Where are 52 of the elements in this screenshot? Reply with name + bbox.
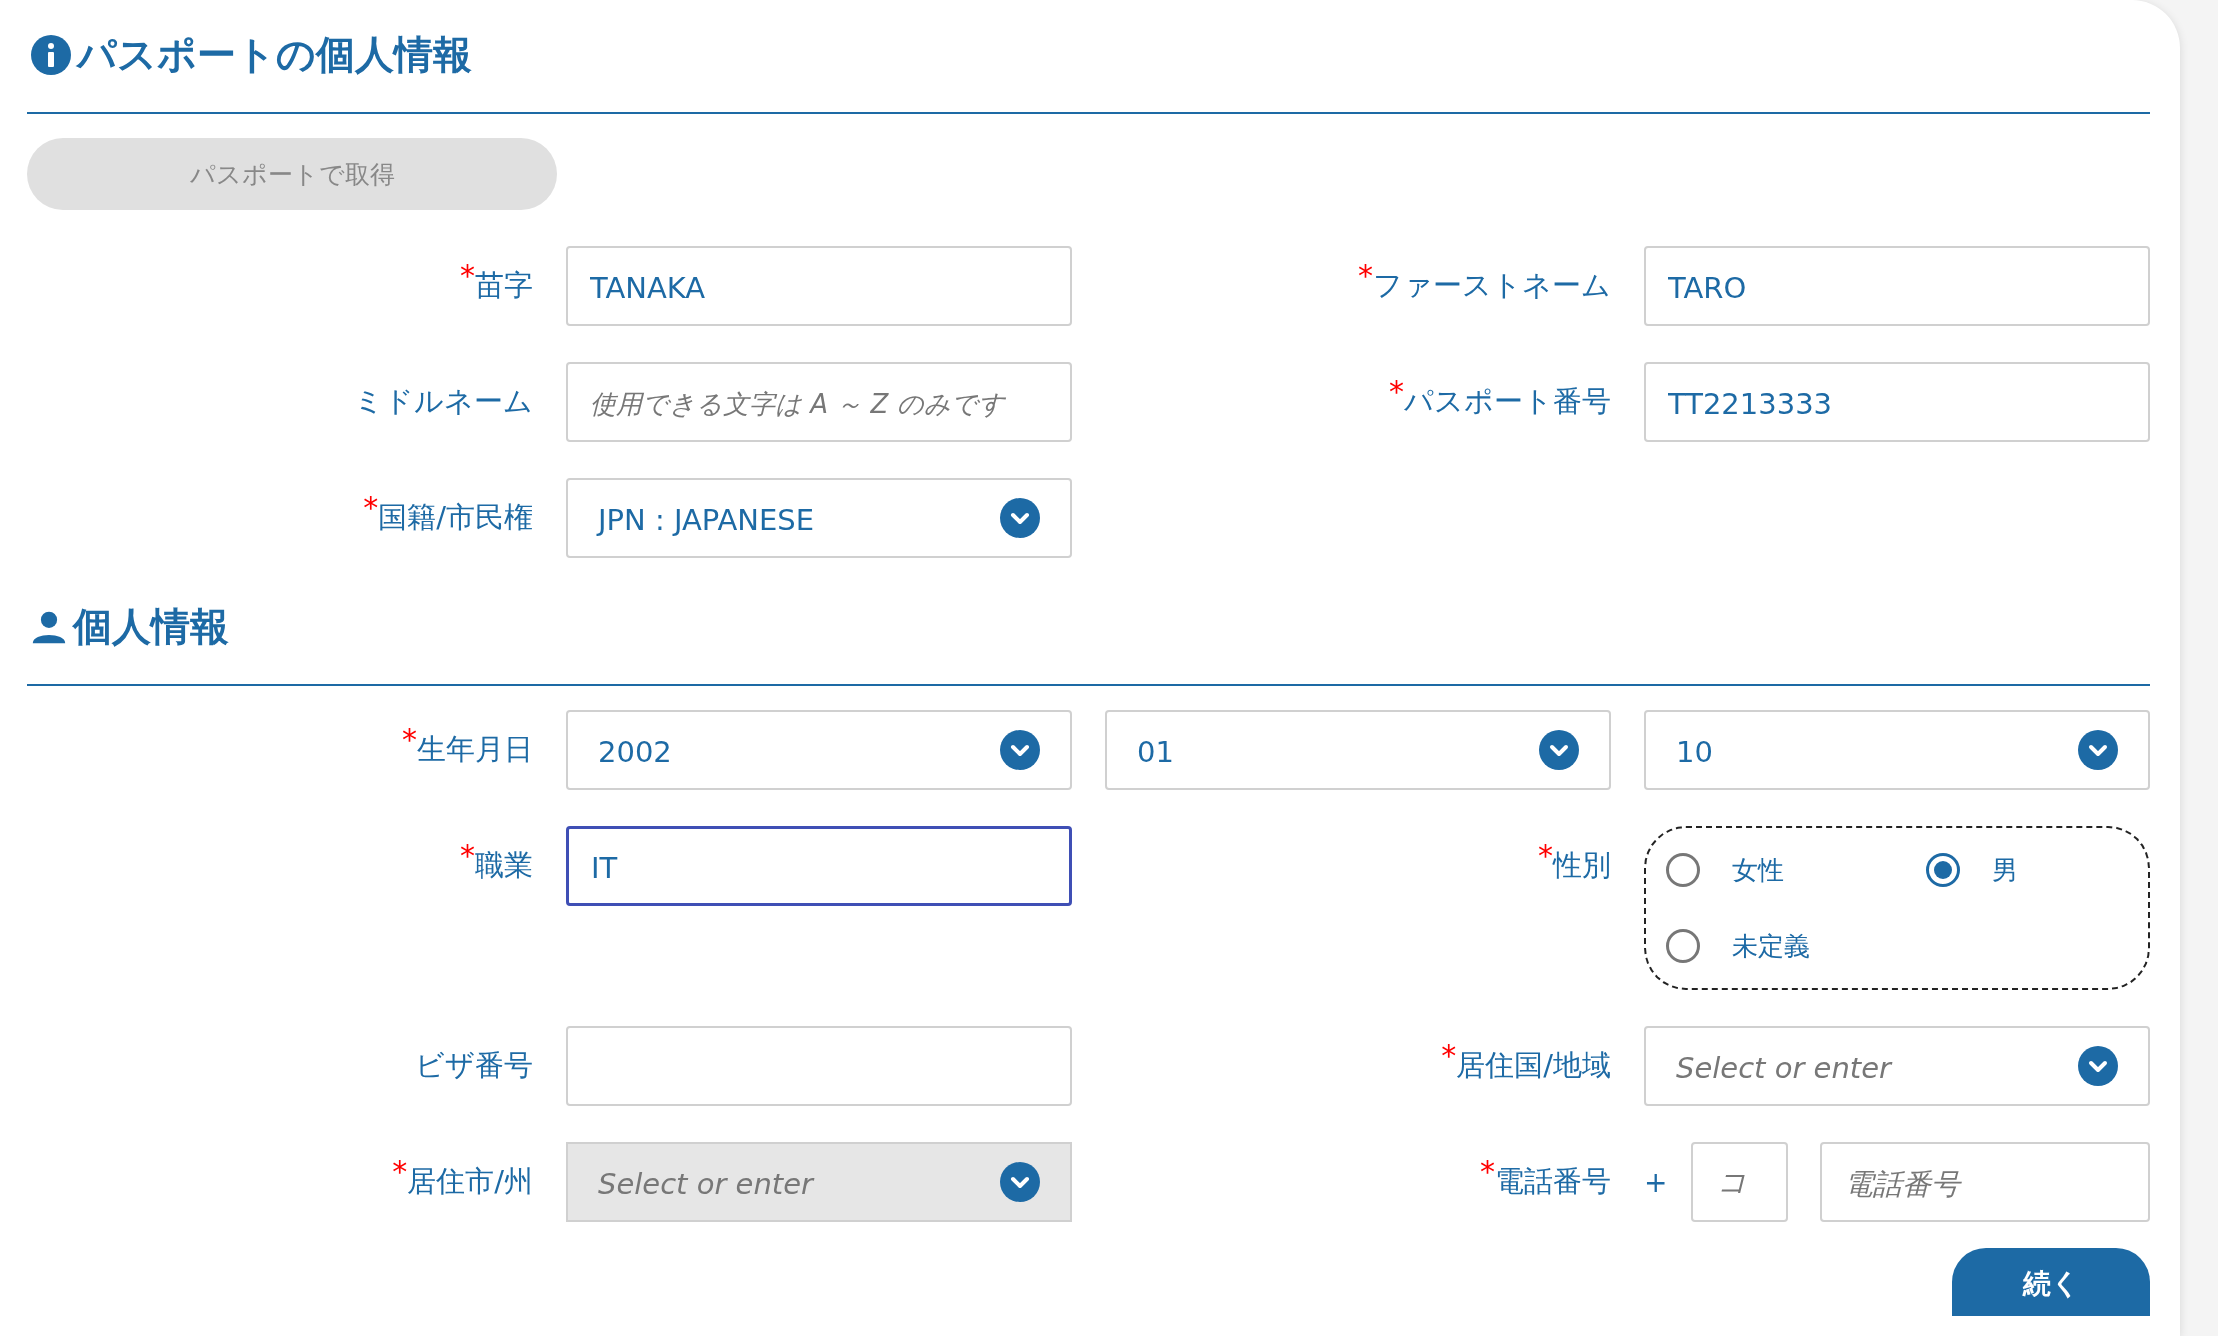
field-label: 居住国/地域 bbox=[1456, 1047, 1611, 1084]
field-label: ファーストネーム bbox=[1373, 267, 1611, 304]
field-label: 電話番号 bbox=[1495, 1163, 1611, 1200]
required-mark: * bbox=[392, 1154, 408, 1189]
person-icon bbox=[31, 609, 67, 645]
dropdown-field[interactable]: 10 bbox=[1644, 710, 2150, 790]
info-icon bbox=[31, 35, 71, 75]
required-mark: * bbox=[402, 722, 417, 757]
text-field[interactable] bbox=[566, 1026, 1072, 1106]
radio-button[interactable] bbox=[1666, 853, 1700, 887]
continue-button[interactable]: 続く bbox=[1952, 1248, 2150, 1316]
required-mark: * bbox=[460, 838, 475, 873]
required-mark: * bbox=[1358, 258, 1373, 293]
country-code-field[interactable]: コ bbox=[1691, 1142, 1789, 1222]
field-label: 生年月日 bbox=[417, 731, 533, 768]
chevron-down-icon[interactable] bbox=[1539, 730, 1579, 770]
text-field[interactable]: 使用できる文字は A ～ Z のみです bbox=[566, 362, 1072, 442]
dropdown-field[interactable]: 2002 bbox=[566, 710, 1072, 790]
chevron-down-icon[interactable] bbox=[1000, 730, 1040, 770]
required-mark: * bbox=[1389, 374, 1404, 409]
radio-label[interactable]: 未定義 bbox=[1732, 928, 1810, 964]
text-field[interactable]: TT2213333 bbox=[1644, 362, 2150, 442]
chevron-down-icon[interactable] bbox=[1000, 498, 1040, 538]
field-label: 苗字 bbox=[475, 268, 533, 304]
plus-sign: + bbox=[1644, 1165, 1668, 1199]
field-label: 職業 bbox=[475, 848, 533, 884]
required-mark: * bbox=[460, 258, 475, 293]
section-title: 個人情報 bbox=[73, 603, 229, 651]
field-label: 居住市/州 bbox=[407, 1163, 533, 1200]
field-label: ミドルネーム bbox=[354, 383, 533, 420]
required-mark: * bbox=[1441, 1038, 1457, 1073]
field-label: 国籍/市民権 bbox=[378, 499, 533, 536]
radio-label[interactable]: 女性 bbox=[1732, 852, 1784, 888]
text-field[interactable]: IT bbox=[566, 826, 1072, 906]
section-title: パスポートの個人情報 bbox=[77, 31, 472, 79]
phone-number-field[interactable]: 電話番号 bbox=[1820, 1142, 2150, 1222]
text-field[interactable]: TARO bbox=[1644, 246, 2150, 326]
field-label: ビザ番号 bbox=[415, 1047, 533, 1084]
radio-button[interactable] bbox=[1926, 853, 1960, 887]
dropdown-field[interactable]: JPN : JAPANESE bbox=[566, 478, 1072, 558]
required-mark: * bbox=[1538, 838, 1553, 873]
field-label: パスポート番号 bbox=[1404, 383, 1611, 420]
field-label: 性別 bbox=[1553, 847, 1611, 884]
required-mark: * bbox=[363, 490, 379, 525]
required-mark: * bbox=[1480, 1154, 1495, 1189]
chevron-down-icon[interactable] bbox=[2078, 1046, 2118, 1086]
text-field[interactable]: TANAKA bbox=[566, 246, 1072, 326]
dropdown-field[interactable]: 01 bbox=[1105, 710, 1611, 790]
dropdown-field[interactable]: Select or enter bbox=[1644, 1026, 2150, 1106]
chevron-down-icon[interactable] bbox=[2078, 730, 2118, 770]
radio-label[interactable]: 男 bbox=[1992, 852, 2018, 888]
radio-button[interactable] bbox=[1666, 929, 1700, 963]
